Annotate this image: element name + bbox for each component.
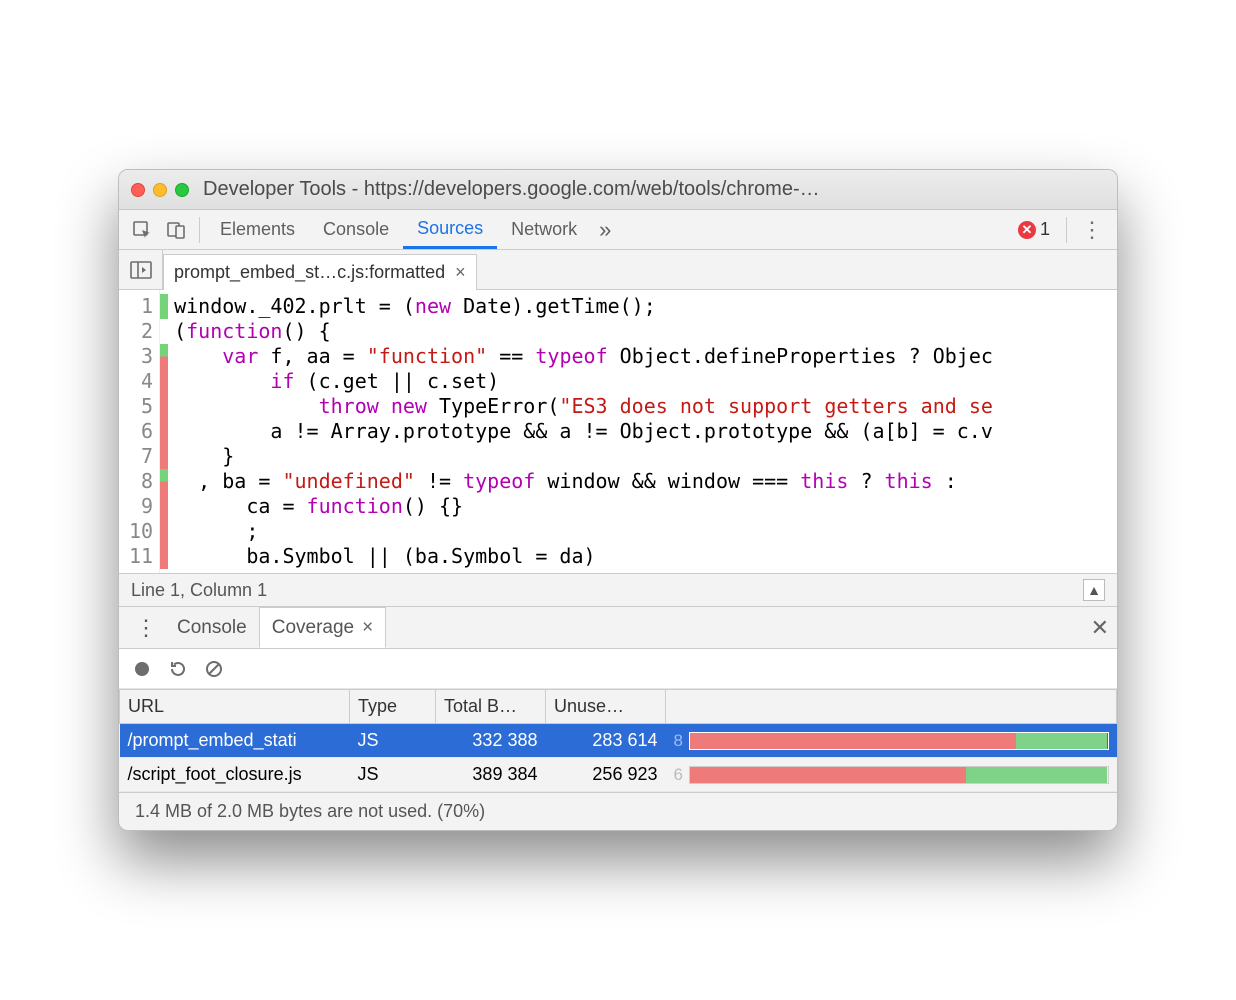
- window-title: Developer Tools - https://developers.goo…: [203, 178, 820, 201]
- close-tab-icon[interactable]: ×: [455, 262, 466, 283]
- clear-icon[interactable]: [205, 660, 223, 678]
- coverage-row[interactable]: /prompt_embed_statiJS332 388283 6148: [120, 724, 1117, 758]
- traffic-lights: [131, 183, 189, 197]
- zoom-window-button[interactable]: [175, 183, 189, 197]
- devtools-window: Developer Tools - https://developers.goo…: [118, 169, 1118, 831]
- device-toggle-icon[interactable]: [159, 210, 193, 249]
- column-header[interactable]: URL: [120, 690, 350, 724]
- drawer-tab-coverage[interactable]: Coverage×: [259, 607, 387, 648]
- drawer-tabs: ⋮ ConsoleCoverage× ✕: [119, 607, 1117, 649]
- minimize-window-button[interactable]: [153, 183, 167, 197]
- toolbar-divider: [1066, 217, 1067, 243]
- code-content: window._402.prlt = (new Date).getTime();…: [168, 290, 993, 573]
- tab-network[interactable]: Network: [497, 210, 591, 249]
- main-tabs: ElementsConsoleSourcesNetwork: [206, 210, 591, 249]
- tab-elements[interactable]: Elements: [206, 210, 309, 249]
- tab-console[interactable]: Console: [309, 210, 403, 249]
- error-icon: ✕: [1018, 221, 1036, 239]
- editor-status-bar: Line 1, Column 1 ▲: [119, 573, 1117, 607]
- coverage-toolbar: [119, 649, 1117, 689]
- file-tab[interactable]: prompt_embed_st…c.js:formatted ×: [163, 254, 477, 290]
- titlebar: Developer Tools - https://developers.goo…: [119, 170, 1117, 210]
- close-drawer-icon[interactable]: ✕: [1091, 615, 1109, 641]
- main-toolbar: ElementsConsoleSourcesNetwork » ✕ 1 ⋮: [119, 210, 1117, 250]
- navigator-toggle-icon[interactable]: [119, 250, 163, 289]
- error-badge[interactable]: ✕ 1: [1018, 219, 1050, 240]
- file-tab-row: prompt_embed_st…c.js:formatted ×: [119, 250, 1117, 290]
- column-header[interactable]: Type: [350, 690, 436, 724]
- tab-sources[interactable]: Sources: [403, 210, 497, 249]
- close-drawer-tab-icon[interactable]: ×: [362, 617, 373, 639]
- record-icon[interactable]: [133, 660, 151, 678]
- toolbar-divider: [199, 217, 200, 243]
- column-header[interactable]: Unuse…: [546, 690, 666, 724]
- drawer-tab-console[interactable]: Console: [165, 607, 259, 648]
- coverage-gutter: [160, 290, 168, 573]
- more-tabs-icon[interactable]: »: [599, 217, 611, 243]
- cursor-position: Line 1, Column 1: [131, 580, 267, 601]
- coverage-summary-text: 1.4 MB of 2.0 MB bytes are not used. (70…: [135, 801, 485, 821]
- coverage-table: URLTypeTotal B…Unuse… /prompt_embed_stat…: [119, 689, 1117, 792]
- column-header[interactable]: Total B…: [436, 690, 546, 724]
- close-window-button[interactable]: [131, 183, 145, 197]
- coverage-summary: 1.4 MB of 2.0 MB bytes are not used. (70…: [119, 792, 1117, 830]
- inspect-element-icon[interactable]: [125, 210, 159, 249]
- error-count: 1: [1040, 219, 1050, 240]
- coverage-row[interactable]: /script_foot_closure.jsJS389 384256 9236: [120, 758, 1117, 792]
- collapse-drawer-icon[interactable]: ▲: [1083, 579, 1105, 601]
- file-tab-label: prompt_embed_st…c.js:formatted: [174, 262, 445, 283]
- settings-kebab-icon[interactable]: ⋮: [1073, 217, 1111, 243]
- line-gutter: 1234567891011: [119, 290, 160, 573]
- drawer-menu-icon[interactable]: ⋮: [127, 615, 165, 641]
- reload-icon[interactable]: [169, 660, 187, 678]
- source-editor[interactable]: 1234567891011 window._402.prlt = (new Da…: [119, 290, 1117, 573]
